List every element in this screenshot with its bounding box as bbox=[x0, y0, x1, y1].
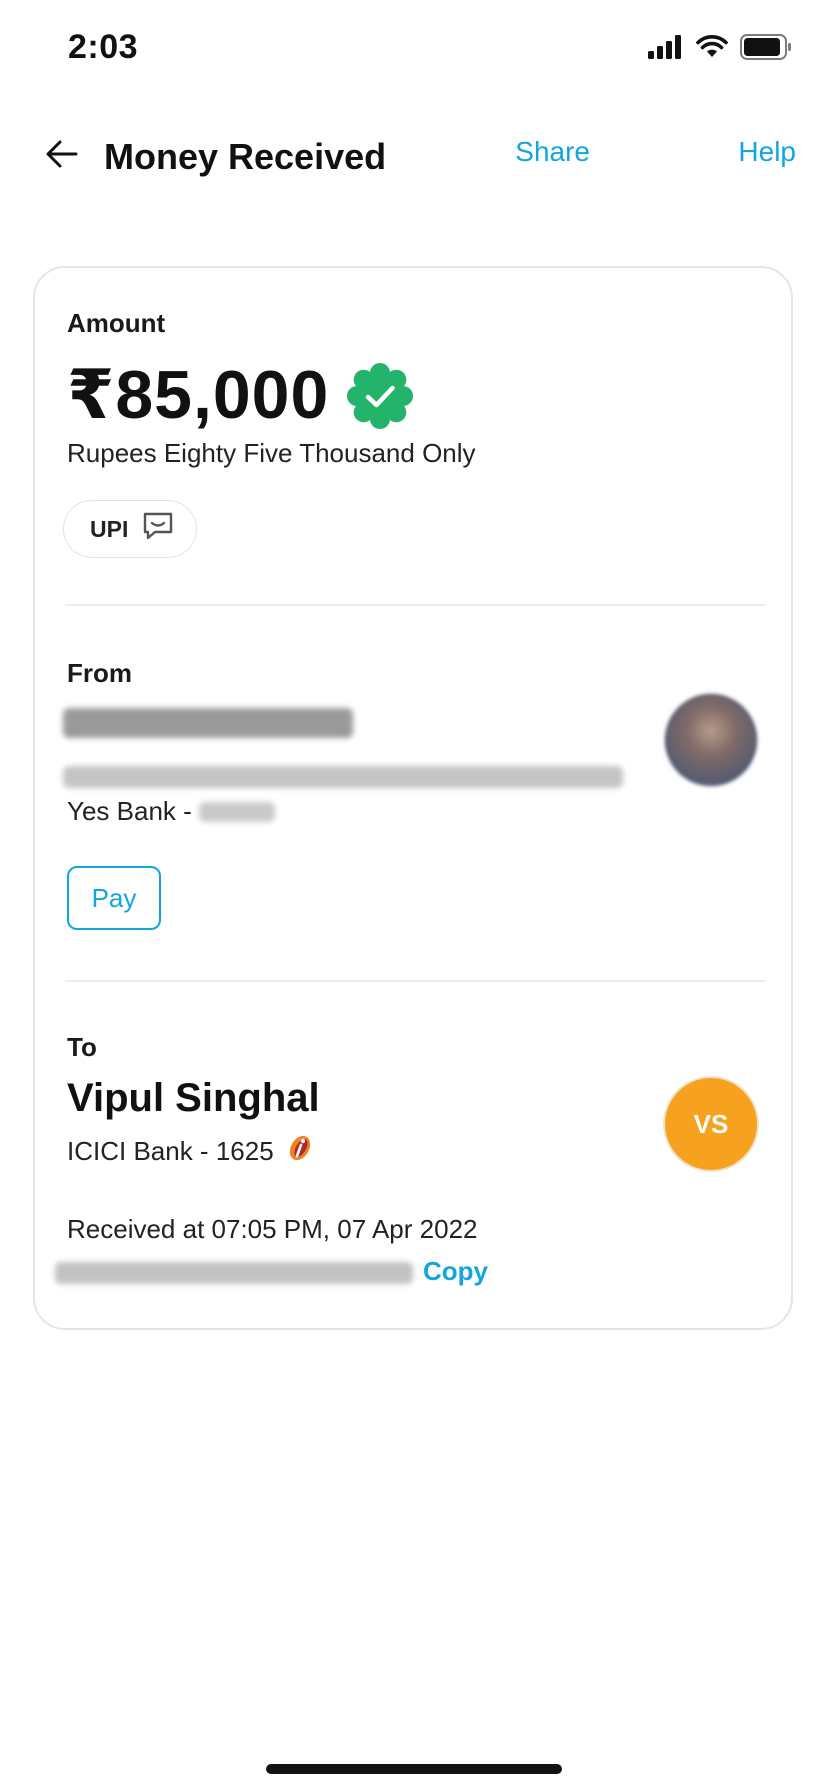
status-icons bbox=[648, 34, 792, 65]
back-button[interactable] bbox=[38, 132, 86, 180]
sender-bank-name: Yes Bank - bbox=[67, 796, 200, 826]
from-label: From bbox=[67, 658, 132, 688]
page-title: Money Received bbox=[104, 136, 387, 177]
recipient-avatar: VS bbox=[663, 1076, 759, 1172]
icici-logo-icon bbox=[286, 1134, 314, 1169]
sender-bank-line: Yes Bank - bbox=[67, 796, 276, 827]
amount-row: ₹85,000 bbox=[67, 356, 414, 435]
sender-avatar bbox=[663, 692, 759, 788]
sender-account-redacted bbox=[199, 801, 276, 822]
battery-icon bbox=[740, 34, 792, 65]
divider bbox=[65, 604, 765, 606]
help-button[interactable]: Help bbox=[738, 136, 796, 168]
received-timestamp: Received at 07:05 PM, 07 Apr 2022 bbox=[67, 1214, 478, 1244]
status-time: 2:03 bbox=[68, 28, 139, 66]
recipient-bank: ICICI Bank - 1625 bbox=[67, 1136, 274, 1166]
transaction-card: Amount ₹85,000 Rupees Eighty Five Thousa… bbox=[33, 266, 793, 1330]
transaction-id-redacted bbox=[55, 1262, 413, 1284]
wifi-icon bbox=[696, 35, 728, 64]
app-header: Money Received Share Help bbox=[0, 120, 828, 192]
copy-button[interactable]: Copy bbox=[423, 1256, 488, 1287]
payment-method-label: UPI bbox=[90, 515, 129, 542]
share-button[interactable]: Share bbox=[515, 136, 590, 168]
chat-bubble-icon bbox=[142, 511, 174, 547]
arrow-left-icon bbox=[46, 140, 78, 173]
pay-button[interactable]: Pay bbox=[67, 866, 161, 930]
verified-badge-icon bbox=[347, 362, 414, 429]
to-label: To bbox=[67, 1032, 97, 1062]
recipient-name: Vipul Singhal bbox=[67, 1076, 320, 1120]
sender-upi-id-redacted bbox=[63, 766, 623, 788]
sender-name-redacted bbox=[63, 708, 353, 738]
amount-value: ₹85,000 bbox=[67, 357, 330, 433]
amount-in-words: Rupees Eighty Five Thousand Only bbox=[67, 438, 476, 468]
status-bar: 2:03 bbox=[0, 0, 828, 100]
payment-method-chip[interactable]: UPI bbox=[63, 500, 198, 558]
divider bbox=[65, 980, 765, 982]
recipient-bank-line: ICICI Bank - 1625 bbox=[67, 1134, 314, 1169]
signal-icon bbox=[648, 35, 684, 64]
home-indicator[interactable] bbox=[266, 1764, 562, 1774]
amount-label: Amount bbox=[67, 308, 166, 338]
